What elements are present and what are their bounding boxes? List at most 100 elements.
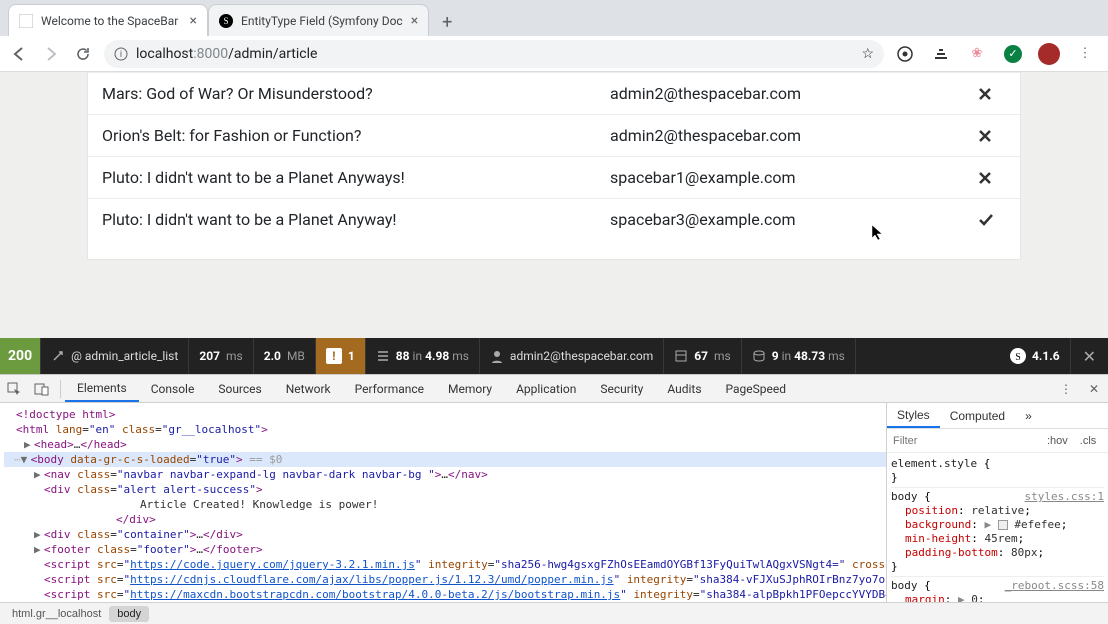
inspect-element-icon[interactable]	[0, 376, 28, 402]
svg-text:S: S	[1015, 352, 1021, 363]
sf-user[interactable]: admin2@thespacebar.com	[480, 338, 664, 374]
svg-text:i: i	[120, 50, 122, 60]
sf-status-code[interactable]: 200	[0, 338, 41, 374]
sf-cache[interactable]: 9 in 48.73 ms	[742, 338, 856, 374]
dom-tree[interactable]: <!doctype html> <html lang="en" class="g…	[0, 403, 886, 602]
sf-mem-value: 2.0	[264, 349, 281, 363]
ext-icon-2[interactable]	[930, 43, 952, 65]
styles-filter-input[interactable]	[887, 435, 1041, 447]
source-link[interactable]: styles.css:1	[1025, 490, 1104, 504]
sf-time-value: 207	[199, 349, 220, 363]
article-title: Mars: God of War? Or Misunderstood?	[102, 84, 610, 103]
profile-avatar[interactable]	[1038, 43, 1060, 65]
back-button[interactable]	[8, 43, 30, 65]
devtools-tab-application[interactable]: Application	[504, 375, 588, 402]
sf-close-icon[interactable]: ✕	[1071, 347, 1108, 366]
article-title: Pluto: I didn't want to be a Planet Anyw…	[102, 210, 610, 229]
address-bar: i localhost:8000/admin/article ☆ ❀ ✓ ⋮	[0, 36, 1108, 72]
cache-icon	[752, 349, 766, 363]
favicon-blank	[19, 14, 33, 28]
new-rule-icon[interactable]: +	[1102, 435, 1108, 447]
table-row: Mars: God of War? Or Misunderstood? admi…	[88, 72, 1020, 115]
css-rules[interactable]: element.style { } styles.css:1 body { po…	[887, 453, 1108, 602]
ext-icon-3[interactable]: ❀	[966, 43, 988, 65]
styles-more-icon[interactable]: »	[1015, 403, 1042, 428]
delete-icon[interactable]	[978, 171, 1006, 185]
devtools-tab-pagespeed[interactable]: PageSpeed	[714, 375, 799, 402]
cls-toggle[interactable]: .cls	[1074, 435, 1103, 447]
devtools-tab-memory[interactable]: Memory	[436, 375, 504, 402]
user-icon	[490, 349, 504, 363]
hov-toggle[interactable]: :hov	[1041, 435, 1074, 447]
sf-route[interactable]: @ admin_article_list	[41, 338, 189, 374]
dom-breadcrumb: html.gr__localhost body	[0, 602, 1108, 624]
sf-memory[interactable]: 2.0 MB	[254, 338, 316, 374]
browser-tab-0[interactable]: Welcome to the SpaceBar ×	[8, 4, 208, 36]
symfony-toolbar: 200 @ admin_article_list 207 ms 2.0 MB !…	[0, 338, 1108, 374]
styles-panel: Styles Computed » :hov .cls + element.st…	[886, 403, 1108, 602]
tab-close-icon[interactable]: ×	[411, 13, 418, 29]
styles-tab[interactable]: Styles	[887, 403, 940, 428]
color-swatch[interactable]	[998, 520, 1008, 530]
article-title: Orion's Belt: for Fashion or Function?	[102, 126, 610, 145]
devtools-close-icon[interactable]: ✕	[1080, 376, 1108, 402]
tab-bar: Welcome to the SpaceBar × S EntityType F…	[0, 0, 1108, 36]
table-row: Pluto: I didn't want to be a Planet Anyw…	[88, 199, 1020, 259]
sf-warn-count: 1	[348, 349, 355, 363]
device-toggle-icon[interactable]	[28, 376, 56, 402]
devtools-tab-security[interactable]: Security	[588, 375, 655, 402]
route-icon	[51, 349, 65, 363]
alert-text: Article Created! Knowledge is power!	[140, 498, 378, 511]
devtools-tab-network[interactable]: Network	[274, 375, 343, 402]
source-link[interactable]: _reboot.scss:58	[1005, 579, 1104, 593]
sf-user-email: admin2@thespacebar.com	[510, 349, 653, 363]
delete-icon[interactable]	[978, 129, 1006, 143]
table-row: Pluto: I didn't want to be a Planet Anyw…	[88, 157, 1020, 199]
article-email: admin2@thespacebar.com	[610, 84, 978, 103]
sf-db[interactable]: 67 ms	[664, 338, 742, 374]
devtools-tab-audits[interactable]: Audits	[655, 375, 713, 402]
devtools-tab-console[interactable]: Console	[139, 375, 207, 402]
chrome-menu-icon[interactable]: ⋮	[1074, 43, 1096, 65]
tab-title: Welcome to the SpaceBar	[41, 14, 178, 28]
devtools-menu-icon[interactable]: ⋮	[1052, 376, 1080, 402]
url-path: /admin/article	[228, 46, 317, 62]
new-tab-button[interactable]: +	[433, 8, 461, 36]
article-table: Mars: God of War? Or Misunderstood? admi…	[87, 72, 1021, 260]
article-email: spacebar1@example.com	[610, 168, 978, 187]
sf-time-unit: ms	[226, 349, 243, 363]
crumb-body[interactable]: body	[109, 606, 149, 622]
star-bookmark-icon[interactable]: ☆	[861, 46, 874, 62]
twig-icon	[376, 349, 390, 363]
tab-title: EntityType Field (Symfony Doc	[241, 14, 403, 28]
article-email: admin2@thespacebar.com	[610, 126, 978, 145]
svg-text:S: S	[223, 16, 228, 26]
devtools-tab-performance[interactable]: Performance	[343, 375, 436, 402]
ext-icon-4[interactable]: ✓	[1002, 43, 1024, 65]
sf-warnings[interactable]: ! 1	[316, 338, 366, 374]
sf-twig[interactable]: 88 in 4.98 ms	[366, 338, 480, 374]
sf-mem-unit: MB	[287, 349, 305, 363]
url-field[interactable]: i localhost:8000/admin/article ☆	[104, 40, 884, 68]
forward-button[interactable]	[40, 43, 62, 65]
devtools-tab-elements[interactable]: Elements	[65, 375, 139, 402]
url-host: localhost	[136, 46, 193, 62]
page-content: Mars: God of War? Or Misunderstood? admi…	[0, 72, 1108, 338]
info-icon: i	[114, 47, 128, 61]
sf-db-value: 67	[694, 349, 708, 363]
computed-tab[interactable]: Computed	[940, 403, 1015, 428]
sf-time[interactable]: 207 ms	[189, 338, 253, 374]
favicon-symfony: S	[219, 14, 233, 28]
publish-icon[interactable]	[978, 213, 1006, 227]
sf-route-name: @ admin_article_list	[71, 349, 178, 363]
devtools-panel: Elements Console Sources Network Perform…	[0, 374, 1108, 624]
tab-close-icon[interactable]: ×	[190, 13, 197, 29]
delete-icon[interactable]	[978, 87, 1006, 101]
devtools-tab-sources[interactable]: Sources	[206, 375, 273, 402]
ext-icon-1[interactable]	[894, 43, 916, 65]
browser-tab-1[interactable]: S EntityType Field (Symfony Doc ×	[208, 4, 429, 36]
sf-version[interactable]: S 4.1.6	[1000, 338, 1071, 374]
crumb-html[interactable]: html.gr__localhost	[4, 606, 109, 622]
reload-button[interactable]	[72, 43, 94, 65]
browser-chrome: Welcome to the SpaceBar × S EntityType F…	[0, 0, 1108, 72]
